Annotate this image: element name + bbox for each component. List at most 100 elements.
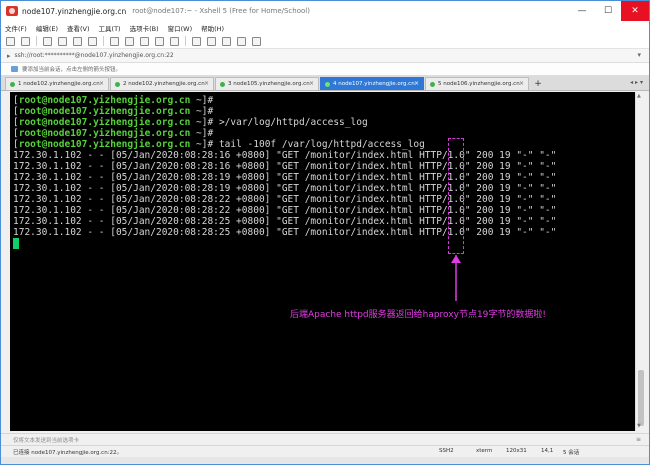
protocol-status: SSH2 bbox=[439, 448, 454, 454]
session-count-status: 5 会话 bbox=[563, 450, 580, 456]
cursor-position-status: 14,1 bbox=[541, 448, 554, 454]
minimize-button[interactable]: — bbox=[569, 1, 595, 21]
fullscreen-icon[interactable] bbox=[192, 36, 201, 46]
scroll-down-icon[interactable]: ▼ bbox=[637, 423, 641, 429]
menu-tab[interactable]: 选项卡(B) bbox=[130, 23, 159, 33]
new-session-icon[interactable] bbox=[6, 36, 15, 46]
tab-session-4[interactable]: 4 node107.yinzhengjie.org.cn × bbox=[320, 77, 424, 90]
toolbar-divider bbox=[36, 36, 37, 46]
tab-close-icon[interactable]: × bbox=[414, 80, 419, 87]
terminal-cursor bbox=[13, 238, 19, 249]
reconnect-icon[interactable] bbox=[43, 36, 52, 46]
tab-close-icon[interactable]: × bbox=[204, 80, 209, 87]
menu-file[interactable]: 文件(F) bbox=[5, 23, 27, 33]
annotation-text: 后端Apache httpd服务器返回给haproxy节点19字节的数据啦! bbox=[290, 310, 546, 320]
compose-menu-icon[interactable]: ≡ bbox=[636, 436, 641, 443]
lock-icon[interactable] bbox=[207, 36, 216, 46]
terminal-screen[interactable]: [root@node107.yizhengjie.org.cn ~]# [roo… bbox=[10, 92, 635, 431]
terminal-line bbox=[13, 238, 632, 249]
connection-status: 已连接 node107.yinzhengjie.org.cn:22。 bbox=[13, 450, 123, 456]
terminal-line: [root@node107.yizhengjie.org.cn ~]# >/va… bbox=[13, 117, 368, 128]
tab-session-3[interactable]: 3 node105.yinzhengjie.org.cn × bbox=[215, 77, 319, 90]
prompt-path: ~ bbox=[190, 128, 202, 139]
compose-bar[interactable]: 仅将文本发送到当前选项卡 ≡ bbox=[1, 433, 649, 445]
connected-status-icon bbox=[430, 81, 435, 87]
connected-status-icon bbox=[325, 81, 330, 87]
log-line: 172.30.1.102 - - [05/Jan/2020:08:28:19 +… bbox=[13, 183, 557, 194]
annotation-arrow-icon bbox=[451, 255, 461, 301]
terminal-scrollbar[interactable]: ▲ ▼ bbox=[635, 92, 645, 431]
window-title: node107.yinzhengjie.org.cn bbox=[22, 6, 127, 16]
window-bottom-edge bbox=[1, 457, 649, 464]
address-text: ssh://root:**********@node107.yinzhengji… bbox=[14, 52, 174, 59]
address-dropdown-icon[interactable]: ▾ bbox=[637, 51, 641, 59]
menu-edit[interactable]: 编辑(E) bbox=[36, 23, 58, 33]
terminal-line: [root@node107.yizhengjie.org.cn ~]# bbox=[13, 128, 219, 139]
menu-window[interactable]: 窗口(W) bbox=[168, 23, 193, 33]
log-line: 172.30.1.102 - - [05/Jan/2020:08:28:16 +… bbox=[13, 150, 557, 161]
command-text: tail -100f /var/log/httpd/access_log bbox=[218, 139, 425, 150]
address-arrow-icon[interactable]: ▸ bbox=[7, 52, 11, 60]
prompt-host: root@node107.yizhengjie.org.cn bbox=[18, 139, 191, 150]
chat-icon[interactable] bbox=[237, 36, 246, 46]
tab-label: 3 node105.yinzhengjie.org.cn bbox=[228, 81, 310, 87]
scrollbar-thumb[interactable] bbox=[638, 370, 644, 426]
bookmark-icon bbox=[11, 66, 18, 72]
compose-text: 仅将文本发送到当前选项卡 bbox=[13, 437, 80, 444]
log-line: 172.30.1.102 - - [05/Jan/2020:08:28:19 +… bbox=[13, 172, 557, 183]
tab-label: 5 node106.yinzhengjie.org.cn bbox=[438, 81, 520, 87]
tab-label: 2 node102.yinzhengjie.org.cn bbox=[123, 81, 205, 87]
scroll-up-icon[interactable]: ▲ bbox=[637, 93, 641, 99]
connected-status-icon bbox=[115, 81, 120, 87]
tab-close-icon[interactable]: × bbox=[309, 80, 314, 87]
prompt-path: ~ bbox=[190, 117, 202, 128]
tab-close-icon[interactable]: × bbox=[99, 80, 104, 87]
log-line: 172.30.1.102 - - [05/Jan/2020:08:28:25 +… bbox=[13, 227, 557, 238]
copy-icon[interactable] bbox=[58, 36, 67, 46]
prompt-host: root@node107.yizhengjie.org.cn bbox=[18, 95, 191, 106]
find-icon[interactable] bbox=[88, 36, 97, 46]
connected-status-icon bbox=[10, 81, 15, 87]
window-subtitle: root@node107:~ - Xshell 5 (Free for Home… bbox=[132, 7, 310, 15]
tab-close-icon[interactable]: × bbox=[519, 80, 524, 87]
color-scheme-icon[interactable] bbox=[125, 36, 134, 46]
prompt-path: ~ bbox=[190, 95, 202, 106]
xshell-app-icon bbox=[6, 6, 18, 16]
tab-session-1[interactable]: 1 node102.yinzhengjie.org.cn × bbox=[5, 77, 109, 90]
tab-session-5[interactable]: 5 node106.yinzhengjie.org.cn × bbox=[425, 77, 529, 90]
tab-session-2[interactable]: 2 node102.yinzhengjie.org.cn × bbox=[110, 77, 214, 90]
paste-icon[interactable] bbox=[73, 36, 82, 46]
window-controls: — ☐ ✕ bbox=[569, 1, 649, 21]
tab-nav-arrows-icon[interactable]: ◂ ▸ ▾ bbox=[630, 79, 643, 86]
tab-label: 4 node107.yinzhengjie.org.cn bbox=[333, 81, 415, 87]
add-tab-button[interactable]: + bbox=[532, 77, 544, 90]
globe-icon[interactable] bbox=[155, 36, 164, 46]
settings-icon[interactable] bbox=[170, 36, 179, 46]
prompt-host: root@node107.yizhengjie.org.cn bbox=[18, 128, 191, 139]
hint-text: 要添加当前会话，点击左侧的箭头按钮。 bbox=[22, 67, 122, 73]
prompt-path: ~ bbox=[190, 139, 202, 150]
keyboard-icon[interactable] bbox=[222, 36, 231, 46]
title-bar: node107.yinzhengjie.org.cn root@node107:… bbox=[1, 1, 649, 21]
menu-tools[interactable]: 工具(T) bbox=[99, 23, 121, 33]
menu-bar: 文件(F) 编辑(E) 查看(V) 工具(T) 选项卡(B) 窗口(W) 帮助(… bbox=[1, 21, 649, 34]
terminal-line: [root@node107.yizhengjie.org.cn ~]# tail… bbox=[13, 139, 425, 150]
menu-help[interactable]: 帮助(H) bbox=[201, 23, 224, 33]
annotation-highlight-box bbox=[448, 138, 464, 254]
font-icon[interactable] bbox=[140, 36, 149, 46]
maximize-button[interactable]: ☐ bbox=[595, 1, 621, 21]
log-line: 172.30.1.102 - - [05/Jan/2020:08:28:16 +… bbox=[13, 161, 557, 172]
connected-status-icon bbox=[220, 81, 225, 87]
terminal-line: [root@node107.yizhengjie.org.cn ~]# bbox=[13, 106, 219, 117]
session-tab-bar: 1 node102.yinzhengjie.org.cn × 2 node102… bbox=[1, 76, 649, 91]
open-folder-icon[interactable] bbox=[21, 36, 30, 46]
hint-bar: 要添加当前会话，点击左侧的箭头按钮。 bbox=[1, 63, 649, 76]
menu-view[interactable]: 查看(V) bbox=[67, 23, 90, 33]
help-icon[interactable] bbox=[252, 36, 261, 46]
terminal-type-status: xterm bbox=[476, 448, 493, 454]
address-bar[interactable]: ▸ ssh://root:**********@node107.yinzheng… bbox=[1, 49, 649, 63]
terminal-line: [root@node107.yizhengjie.org.cn ~]# bbox=[13, 95, 219, 106]
print-icon[interactable] bbox=[110, 36, 119, 46]
toolbar bbox=[1, 34, 649, 49]
close-button[interactable]: ✕ bbox=[621, 1, 649, 21]
